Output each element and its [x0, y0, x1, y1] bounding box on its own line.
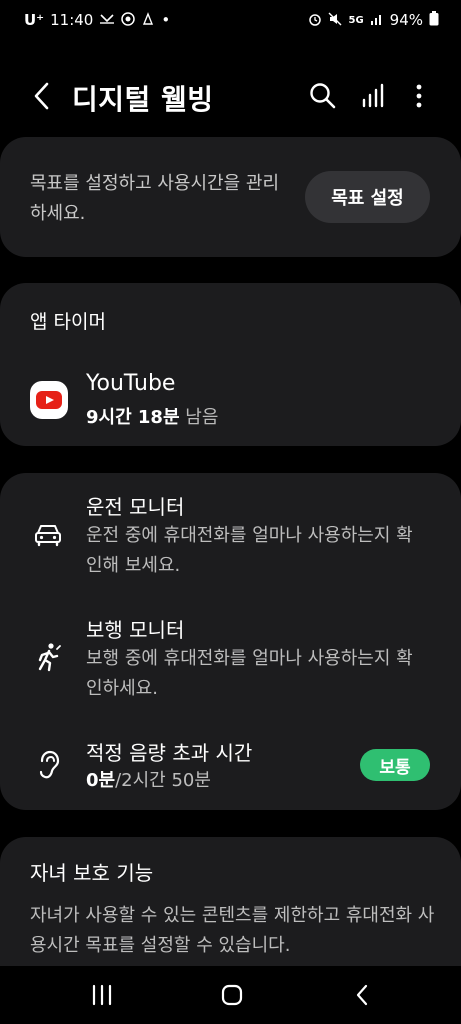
- back-button[interactable]: [26, 80, 56, 112]
- network-type: 5G: [348, 14, 364, 26]
- app-timer-card[interactable]: 앱 타이머 YouTube 9시간 18분 남음: [0, 283, 461, 446]
- app-bar: 디지털 웰빙: [0, 66, 461, 126]
- driving-monitor-title: 운전 모니터: [86, 495, 185, 519]
- home-button[interactable]: [212, 978, 252, 1012]
- walking-icon: [38, 643, 61, 672]
- parental-controls-description: 자녀가 사용할 수 있는 콘텐츠를 제한하고 휴대전화 사용시간 목표를 설정할…: [30, 905, 435, 956]
- more-options-button[interactable]: [405, 80, 433, 112]
- battery-percent: 94%: [389, 11, 423, 29]
- app-timer-title: 앱 타이머: [30, 311, 106, 333]
- status-bar: U⁺ 11:40 • 5G 94%: [0, 0, 461, 44]
- goal-description: 목표를 설정하고 사용시간을 관리하세요.: [30, 173, 280, 224]
- battery-icon: [429, 11, 439, 29]
- carrier-label: U⁺: [24, 11, 45, 29]
- recents-icon: [92, 984, 112, 1006]
- status-badge: 보통: [360, 749, 430, 781]
- time-remaining-value: 9시간 18분: [86, 407, 180, 428]
- ear-icon: [39, 750, 60, 779]
- back-nav-button[interactable]: [342, 978, 382, 1012]
- more-vertical-icon: [416, 84, 422, 108]
- walking-monitor-title: 보행 모니터: [86, 618, 185, 642]
- driving-monitor-description: 운전 중에 휴대전화를 얼마나 사용하는지 확인해 보세요.: [86, 525, 413, 576]
- focus-icon: [121, 11, 136, 29]
- app-time-remaining: 9시간 18분 남음: [86, 403, 218, 429]
- notification-dot: •: [161, 11, 171, 29]
- signal-icon: [370, 12, 384, 29]
- back-nav-icon: [356, 984, 368, 1006]
- home-icon: [221, 984, 243, 1006]
- volume-limit: /2시간 50분: [115, 770, 211, 791]
- parental-controls-title: 자녀 보호 기능: [30, 861, 154, 885]
- recents-button[interactable]: [82, 978, 122, 1012]
- search-button[interactable]: [307, 80, 339, 112]
- mute-icon: [328, 12, 342, 29]
- page-title: 디지털 웰빙: [72, 83, 214, 116]
- walking-monitor-description: 보행 중에 휴대전화를 얼마나 사용하는지 확인하세요.: [86, 648, 413, 699]
- statistics-button[interactable]: [358, 80, 390, 112]
- call-missed-icon: [99, 12, 115, 29]
- volume-monitor-title: 적정 음량 초과 시간: [86, 741, 253, 765]
- car-icon: [35, 525, 61, 547]
- navigation-bar: [0, 966, 461, 1024]
- assistant-icon: [141, 11, 155, 29]
- monitors-card: 운전 모니터 운전 중에 휴대전화를 얼마나 사용하는지 확인해 보세요. 보행…: [0, 473, 461, 810]
- search-icon: [310, 83, 336, 109]
- time-remaining-suffix: 남음: [185, 407, 219, 428]
- set-goal-button[interactable]: 목표 설정: [305, 171, 430, 223]
- goal-card: 목표를 설정하고 사용시간을 관리하세요. 목표 설정: [0, 137, 461, 257]
- volume-current: 0분: [86, 770, 116, 791]
- clock: 11:40: [50, 11, 94, 29]
- bar-chart-icon: [362, 83, 384, 108]
- app-name: YouTube: [86, 371, 176, 396]
- alarm-icon: [308, 12, 322, 29]
- youtube-icon: [30, 381, 68, 419]
- back-arrow-icon: [34, 82, 49, 110]
